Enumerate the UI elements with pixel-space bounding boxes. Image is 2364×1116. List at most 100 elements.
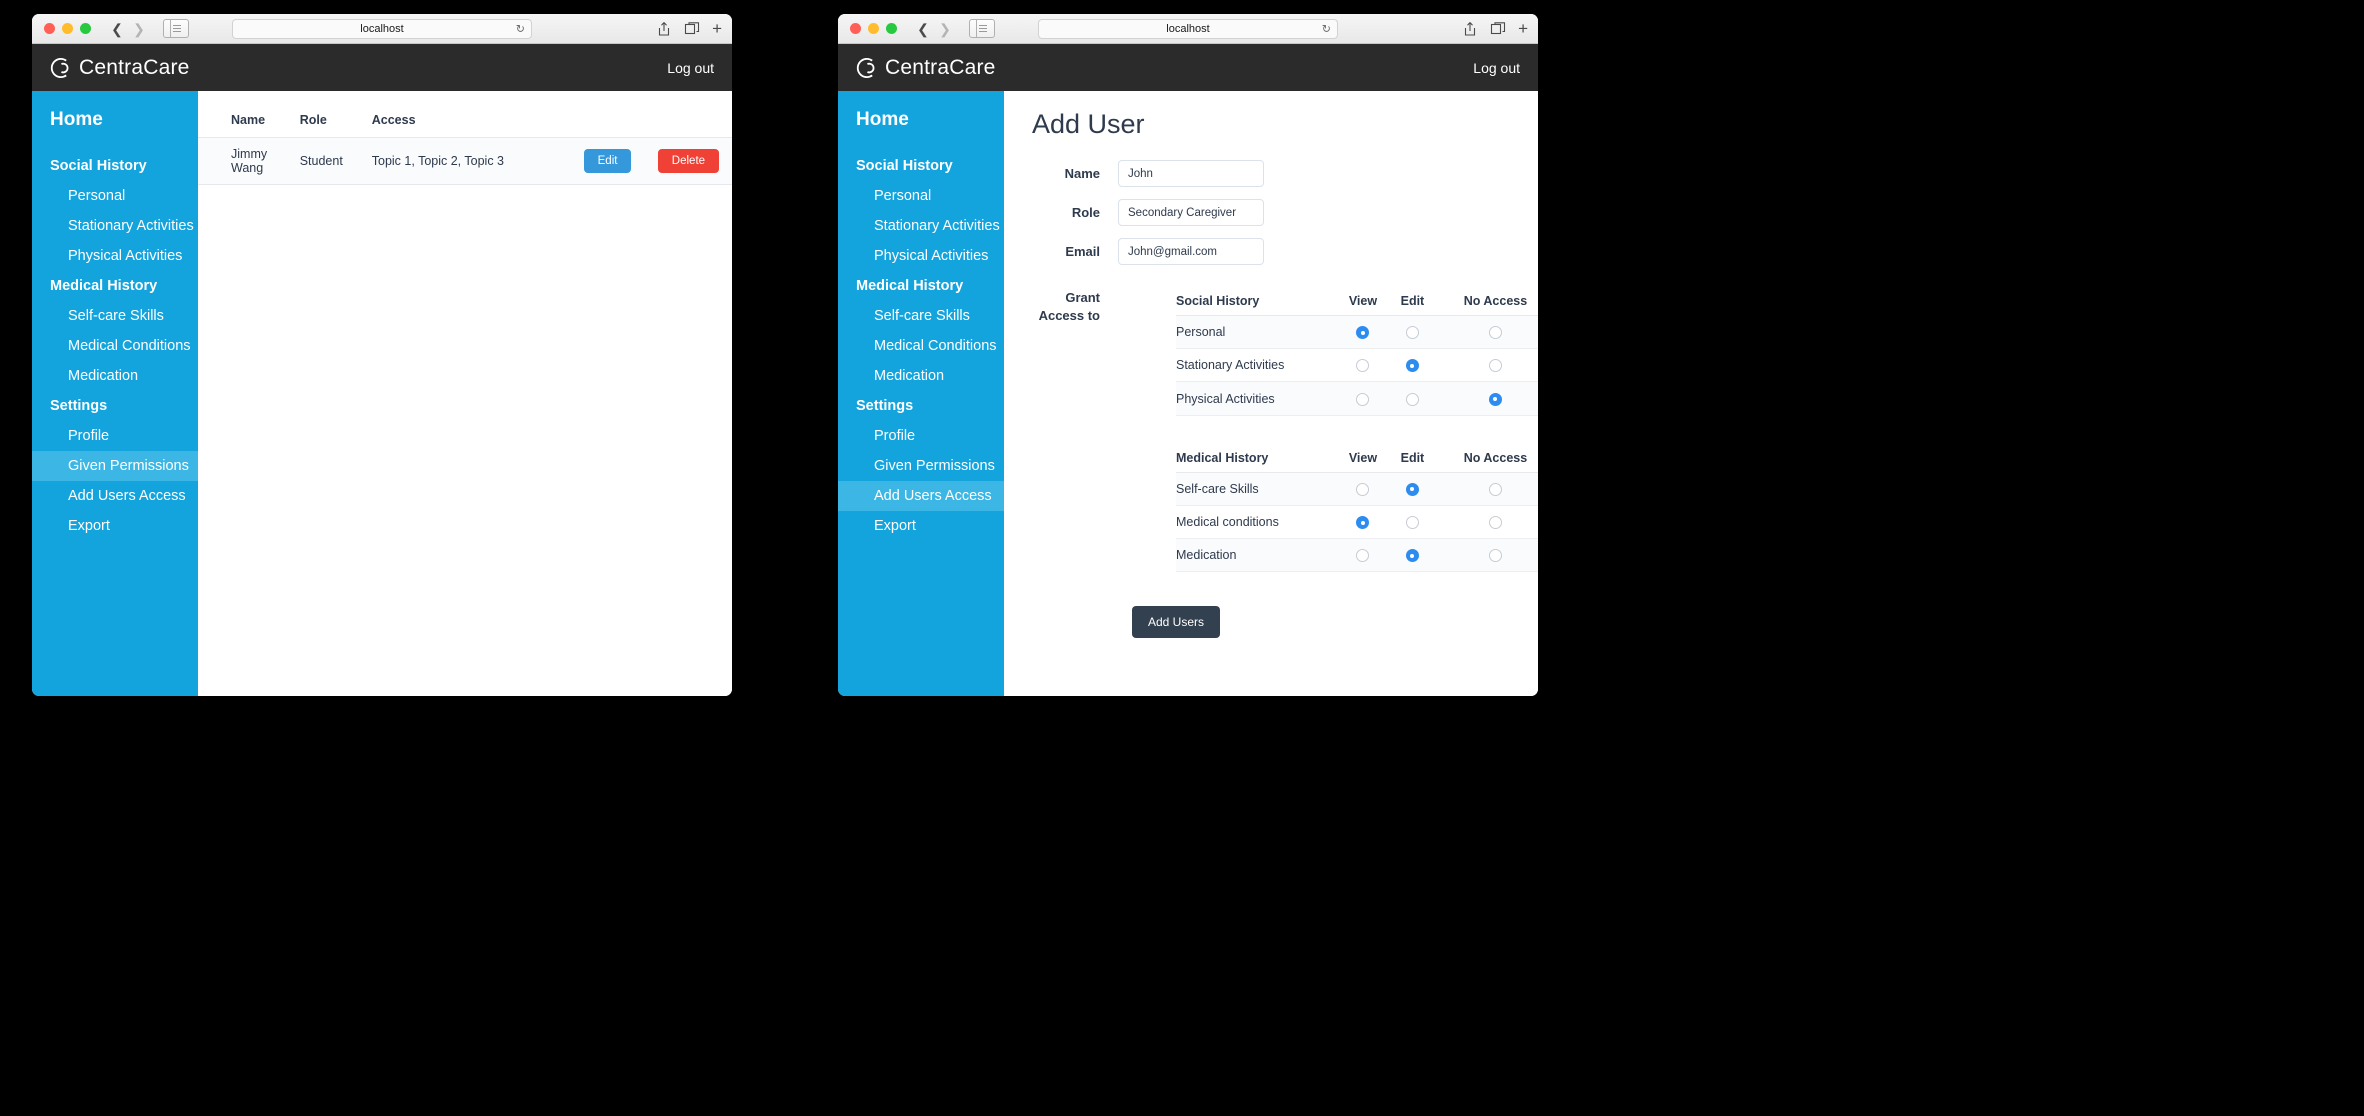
app-body-right: Home Social History Personal Stationary … bbox=[838, 91, 1538, 696]
sidebar-right: Home Social History Personal Stationary … bbox=[838, 91, 1004, 696]
browser-window-left: ❮ ❯ localhost ↻ + bbox=[32, 14, 732, 696]
sidebar-item-physical-activities[interactable]: Physical Activities bbox=[32, 241, 198, 271]
radio-stationary-activities-no-access[interactable] bbox=[1489, 359, 1502, 372]
sidebar-item-export[interactable]: Export bbox=[838, 511, 1004, 541]
column-header-name: Name bbox=[198, 103, 300, 138]
sidebar-group-medical-history[interactable]: Medical History bbox=[32, 271, 198, 301]
navigation-buttons-right[interactable]: ❮ ❯ bbox=[913, 19, 955, 39]
new-tab-plus-icon[interactable]: + bbox=[712, 20, 722, 37]
logout-link-left[interactable]: Log out bbox=[667, 60, 714, 76]
sidebar-item-self-care-skills[interactable]: Self-care Skills bbox=[32, 301, 198, 331]
window-controls-left[interactable] bbox=[44, 23, 91, 34]
sidebar-item-export[interactable]: Export bbox=[32, 511, 198, 541]
radio-physical-activities-view[interactable] bbox=[1356, 393, 1369, 406]
back-chevron-icon[interactable]: ❮ bbox=[913, 19, 933, 39]
role-input[interactable] bbox=[1118, 199, 1264, 226]
sidebar-item-profile[interactable]: Profile bbox=[32, 421, 198, 451]
add-user-form: Add User Name Role Email bbox=[1004, 91, 1538, 638]
app-body-left: Home Social History Personal Stationary … bbox=[32, 91, 732, 696]
share-icon[interactable] bbox=[656, 21, 672, 37]
sidebar-item-home[interactable]: Home bbox=[838, 105, 1004, 135]
radio-self-care-skills-no-access[interactable] bbox=[1489, 483, 1502, 496]
app-header-right: CentraCare Log out bbox=[838, 44, 1538, 91]
column-header-category: Medical History bbox=[1176, 444, 1336, 473]
radio-medical-conditions-no-access[interactable] bbox=[1489, 516, 1502, 529]
sidebar-item-physical-activities[interactable]: Physical Activities bbox=[838, 241, 1004, 271]
window-controls-right[interactable] bbox=[850, 23, 897, 34]
sidebar-item-given-permissions[interactable]: Given Permissions bbox=[32, 451, 198, 481]
maximize-window-button[interactable] bbox=[80, 23, 91, 34]
back-chevron-icon[interactable]: ❮ bbox=[107, 19, 127, 39]
table-header-row: Medical History View Edit No Access bbox=[1176, 444, 1538, 473]
new-tab-plus-icon[interactable]: + bbox=[1518, 20, 1528, 37]
radio-stationary-activities-view[interactable] bbox=[1356, 359, 1369, 372]
sidebar-item-medical-conditions[interactable]: Medical Conditions bbox=[32, 331, 198, 361]
radio-physical-activities-edit[interactable] bbox=[1406, 393, 1419, 406]
minimize-window-button[interactable] bbox=[868, 23, 879, 34]
maximize-window-button[interactable] bbox=[886, 23, 897, 34]
radio-medication-view[interactable] bbox=[1356, 549, 1369, 562]
tab-overview-icon[interactable] bbox=[1490, 21, 1506, 37]
reload-icon[interactable]: ↻ bbox=[1322, 22, 1331, 35]
sidebar-item-personal[interactable]: Personal bbox=[838, 181, 1004, 211]
address-bar-left[interactable]: localhost ↻ bbox=[232, 19, 532, 39]
sidebar-item-stationary-activities[interactable]: Stationary Activities bbox=[32, 211, 198, 241]
radio-self-care-skills-edit[interactable] bbox=[1406, 483, 1419, 496]
radio-medication-no-access[interactable] bbox=[1489, 549, 1502, 562]
radio-personal-edit[interactable] bbox=[1406, 326, 1419, 339]
sidebar-item-self-care-skills[interactable]: Self-care Skills bbox=[838, 301, 1004, 331]
column-header-view: View bbox=[1336, 287, 1390, 316]
radio-physical-activities-no-access[interactable] bbox=[1489, 393, 1502, 406]
radio-stationary-activities-edit[interactable] bbox=[1406, 359, 1419, 372]
content-right: Add User Name Role Email bbox=[1004, 91, 1538, 696]
toolbar-actions-left[interactable]: + bbox=[656, 20, 724, 37]
radio-personal-view[interactable] bbox=[1356, 326, 1369, 339]
sidebar-item-medication[interactable]: Medication bbox=[32, 361, 198, 391]
sidebar-item-add-users-access[interactable]: Add Users Access bbox=[32, 481, 198, 511]
sidebar-item-medication[interactable]: Medication bbox=[838, 361, 1004, 391]
logout-link-right[interactable]: Log out bbox=[1473, 60, 1520, 76]
toolbar-actions-right[interactable]: + bbox=[1462, 20, 1530, 37]
edit-button[interactable]: Edit bbox=[584, 149, 632, 174]
close-window-button[interactable] bbox=[850, 23, 861, 34]
sidebar-group-medical-history[interactable]: Medical History bbox=[838, 271, 1004, 301]
radio-medical-conditions-view[interactable] bbox=[1356, 516, 1369, 529]
radio-self-care-skills-view[interactable] bbox=[1356, 483, 1369, 496]
sidebar-item-add-users-access[interactable]: Add Users Access bbox=[838, 481, 1004, 511]
radio-medical-conditions-edit[interactable] bbox=[1406, 516, 1419, 529]
sidebar-group-social-history[interactable]: Social History bbox=[32, 151, 198, 181]
sidebar-item-medical-conditions[interactable]: Medical Conditions bbox=[838, 331, 1004, 361]
forward-chevron-icon[interactable]: ❯ bbox=[129, 19, 149, 39]
share-icon[interactable] bbox=[1462, 21, 1478, 37]
label-role: Role bbox=[1032, 205, 1100, 220]
sidebar-toggle-icon[interactable] bbox=[163, 19, 189, 38]
grant-access-section: Grant Access to Social History View Edit bbox=[1032, 287, 1538, 572]
sidebar-item-stationary-activities[interactable]: Stationary Activities bbox=[838, 211, 1004, 241]
table-row: Medical conditions bbox=[1176, 505, 1538, 538]
reload-icon[interactable]: ↻ bbox=[516, 22, 525, 35]
sidebar-group-settings[interactable]: Settings bbox=[32, 391, 198, 421]
name-input[interactable] bbox=[1118, 160, 1264, 187]
sidebar-group-social-history[interactable]: Social History bbox=[838, 151, 1004, 181]
radio-personal-no-access[interactable] bbox=[1489, 326, 1502, 339]
sidebar-item-home[interactable]: Home bbox=[32, 105, 198, 135]
sidebar-group-settings[interactable]: Settings bbox=[838, 391, 1004, 421]
delete-button[interactable]: Delete bbox=[658, 149, 719, 174]
add-users-button[interactable]: Add Users bbox=[1132, 606, 1220, 638]
sidebar-item-profile[interactable]: Profile bbox=[838, 421, 1004, 451]
given-permissions-table: Name Role Access Jimmy Wang Student Topi… bbox=[198, 103, 732, 185]
forward-chevron-icon[interactable]: ❯ bbox=[935, 19, 955, 39]
cell-user-access: Topic 1, Topic 2, Topic 3 bbox=[372, 138, 584, 185]
close-window-button[interactable] bbox=[44, 23, 55, 34]
navigation-buttons-left[interactable]: ❮ ❯ bbox=[107, 19, 149, 39]
email-input[interactable] bbox=[1118, 238, 1264, 265]
access-table-medical-history: Medical History View Edit No Access Self… bbox=[1176, 444, 1538, 573]
sidebar-item-given-permissions[interactable]: Given Permissions bbox=[838, 451, 1004, 481]
sidebar-item-personal[interactable]: Personal bbox=[32, 181, 198, 211]
minimize-window-button[interactable] bbox=[62, 23, 73, 34]
radio-medication-edit[interactable] bbox=[1406, 549, 1419, 562]
column-header-edit bbox=[584, 103, 658, 138]
address-bar-right[interactable]: localhost ↻ bbox=[1038, 19, 1338, 39]
sidebar-toggle-icon[interactable] bbox=[969, 19, 995, 38]
tab-overview-icon[interactable] bbox=[684, 21, 700, 37]
